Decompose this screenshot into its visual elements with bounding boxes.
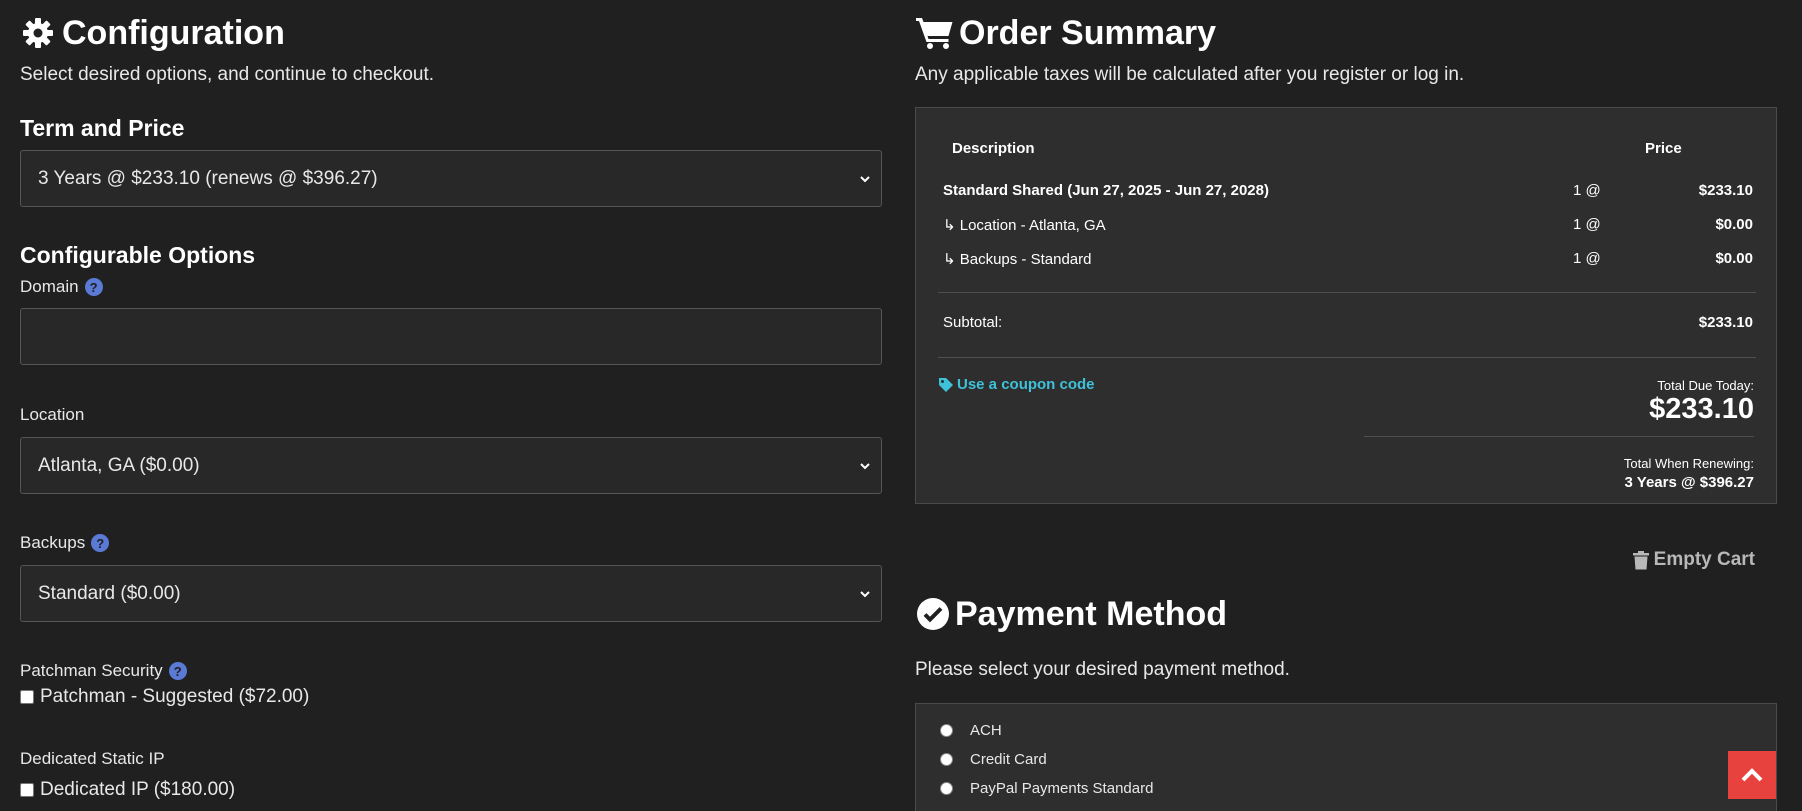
- term-heading: Term and Price: [20, 115, 185, 141]
- order-summary-subtitle: Any applicable taxes will be calculated …: [915, 64, 1465, 85]
- empty-cart-button[interactable]: Empty Cart: [1632, 549, 1755, 571]
- radio-button[interactable]: [940, 724, 953, 737]
- description-header: Description: [952, 140, 1035, 157]
- renew-value: 3 Years @ $396.27: [1624, 474, 1754, 491]
- patchman-option-label: Patchman - Suggested ($72.00): [40, 686, 310, 707]
- backups-label: Backups: [20, 533, 86, 552]
- chevron-down-icon: [860, 591, 870, 598]
- radio-button[interactable]: [940, 782, 953, 795]
- line-item: ↳ Location - Atlanta, GA 1 @ $0.00: [943, 216, 1753, 238]
- payment-method-label: ACH: [970, 722, 1002, 739]
- backups-select[interactable]: Standard ($0.00): [20, 565, 882, 622]
- configuration-section: Configuration Select desired options, an…: [20, 0, 882, 801]
- trash-icon: [1632, 550, 1649, 569]
- total-due-value: $233.10: [1649, 393, 1754, 425]
- order-summary-title: Order Summary: [959, 13, 1216, 52]
- help-icon[interactable]: ?: [91, 534, 110, 552]
- patchman-option[interactable]: Patchman - Suggested ($72.00): [20, 686, 882, 708]
- renew-label: Total When Renewing:: [1623, 456, 1754, 471]
- static-ip-label: Dedicated Static IP: [20, 749, 165, 768]
- subtotal-value: $233.10: [1698, 314, 1753, 331]
- static-ip-checkbox[interactable]: [20, 783, 34, 797]
- domain-label-row: Domain ?: [20, 277, 882, 297]
- divider: [938, 357, 1756, 358]
- location-label: Location: [20, 405, 85, 424]
- total-due-label: Total Due Today:: [1657, 378, 1754, 393]
- configuration-subtitle: Select desired options, and continue to …: [20, 64, 435, 85]
- location-select-value: Atlanta, GA ($0.00): [38, 454, 200, 476]
- domain-label: Domain: [20, 277, 79, 296]
- help-icon[interactable]: ?: [168, 662, 187, 680]
- options-heading: Configurable Options: [20, 242, 256, 268]
- backups-select-value: Standard ($0.00): [38, 582, 181, 604]
- payment-title: Payment Method: [955, 594, 1228, 633]
- configuration-heading: Configuration: [20, 13, 882, 52]
- payment-heading: Payment Method: [915, 594, 1228, 633]
- line-item-description: ↳ Backups - Standard: [943, 251, 1092, 268]
- cart-icon: [915, 15, 955, 51]
- location-select[interactable]: Atlanta, GA ($0.00): [20, 437, 882, 494]
- check-circle-icon: [915, 596, 951, 632]
- payment-method-label: PayPal Payments Standard: [970, 780, 1154, 797]
- static-ip-option[interactable]: Dedicated IP ($180.00): [20, 779, 882, 801]
- radio-button[interactable]: [940, 753, 953, 766]
- term-select-value: 3 Years @ $233.10 (renews @ $396.27): [38, 167, 378, 189]
- backups-label-row: Backups ?: [20, 533, 882, 553]
- line-item: Standard Shared (Jun 27, 2025 - Jun 27, …: [943, 182, 1753, 204]
- line-item-price: $0.00: [1715, 250, 1753, 267]
- divider: [938, 292, 1756, 293]
- chevron-down-icon: [860, 176, 870, 183]
- line-item-qty: 1 @: [1573, 250, 1601, 267]
- line-item-description: Standard Shared (Jun 27, 2025 - Jun 27, …: [943, 182, 1269, 199]
- coupon-link[interactable]: Use a coupon code: [938, 376, 1095, 393]
- patchman-label: Patchman Security: [20, 661, 163, 680]
- order-summary-heading: Order Summary: [915, 13, 1777, 52]
- payment-methods-box: ACH Credit Card PayPal Payments Standard: [915, 703, 1777, 811]
- empty-cart-label: Empty Cart: [1653, 549, 1755, 570]
- order-summary-box: Description Price Standard Shared (Jun 2…: [915, 107, 1777, 504]
- chevron-up-icon: [1741, 768, 1763, 782]
- payment-method-option[interactable]: PayPal Payments Standard: [940, 780, 1153, 797]
- scroll-to-top-button[interactable]: [1728, 751, 1776, 799]
- patchman-label-row: Patchman Security ?: [20, 661, 882, 681]
- subtotal-label: Subtotal:: [943, 314, 1003, 331]
- price-header: Price: [1645, 140, 1682, 157]
- configuration-title: Configuration: [62, 13, 285, 52]
- gear-icon: [20, 15, 56, 51]
- line-item-description: ↳ Location - Atlanta, GA: [943, 217, 1106, 234]
- chevron-down-icon: [860, 463, 870, 470]
- payment-method-option[interactable]: Credit Card: [940, 751, 1047, 768]
- order-summary-section: Order Summary Any applicable taxes will …: [915, 0, 1777, 811]
- payment-method-label: Credit Card: [970, 751, 1047, 768]
- domain-input[interactable]: [20, 308, 882, 365]
- line-item-price: $233.10: [1698, 182, 1753, 199]
- tag-icon: [939, 377, 953, 392]
- divider: [1364, 436, 1754, 437]
- line-item-qty: 1 @: [1573, 182, 1601, 199]
- static-ip-option-label: Dedicated IP ($180.00): [40, 779, 236, 800]
- line-item: ↳ Backups - Standard 1 @ $0.00: [943, 250, 1753, 272]
- payment-method-option[interactable]: ACH: [940, 722, 1002, 739]
- patchman-checkbox[interactable]: [20, 690, 34, 704]
- coupon-label: Use a coupon code: [957, 376, 1095, 393]
- subtotal-row: Subtotal: $233.10: [943, 314, 1753, 336]
- line-item-price: $0.00: [1715, 216, 1753, 233]
- payment-subtitle: Please select your desired payment metho…: [915, 659, 1290, 680]
- line-item-qty: 1 @: [1573, 216, 1601, 233]
- term-select[interactable]: 3 Years @ $233.10 (renews @ $396.27): [20, 150, 882, 207]
- help-icon[interactable]: ?: [84, 278, 103, 296]
